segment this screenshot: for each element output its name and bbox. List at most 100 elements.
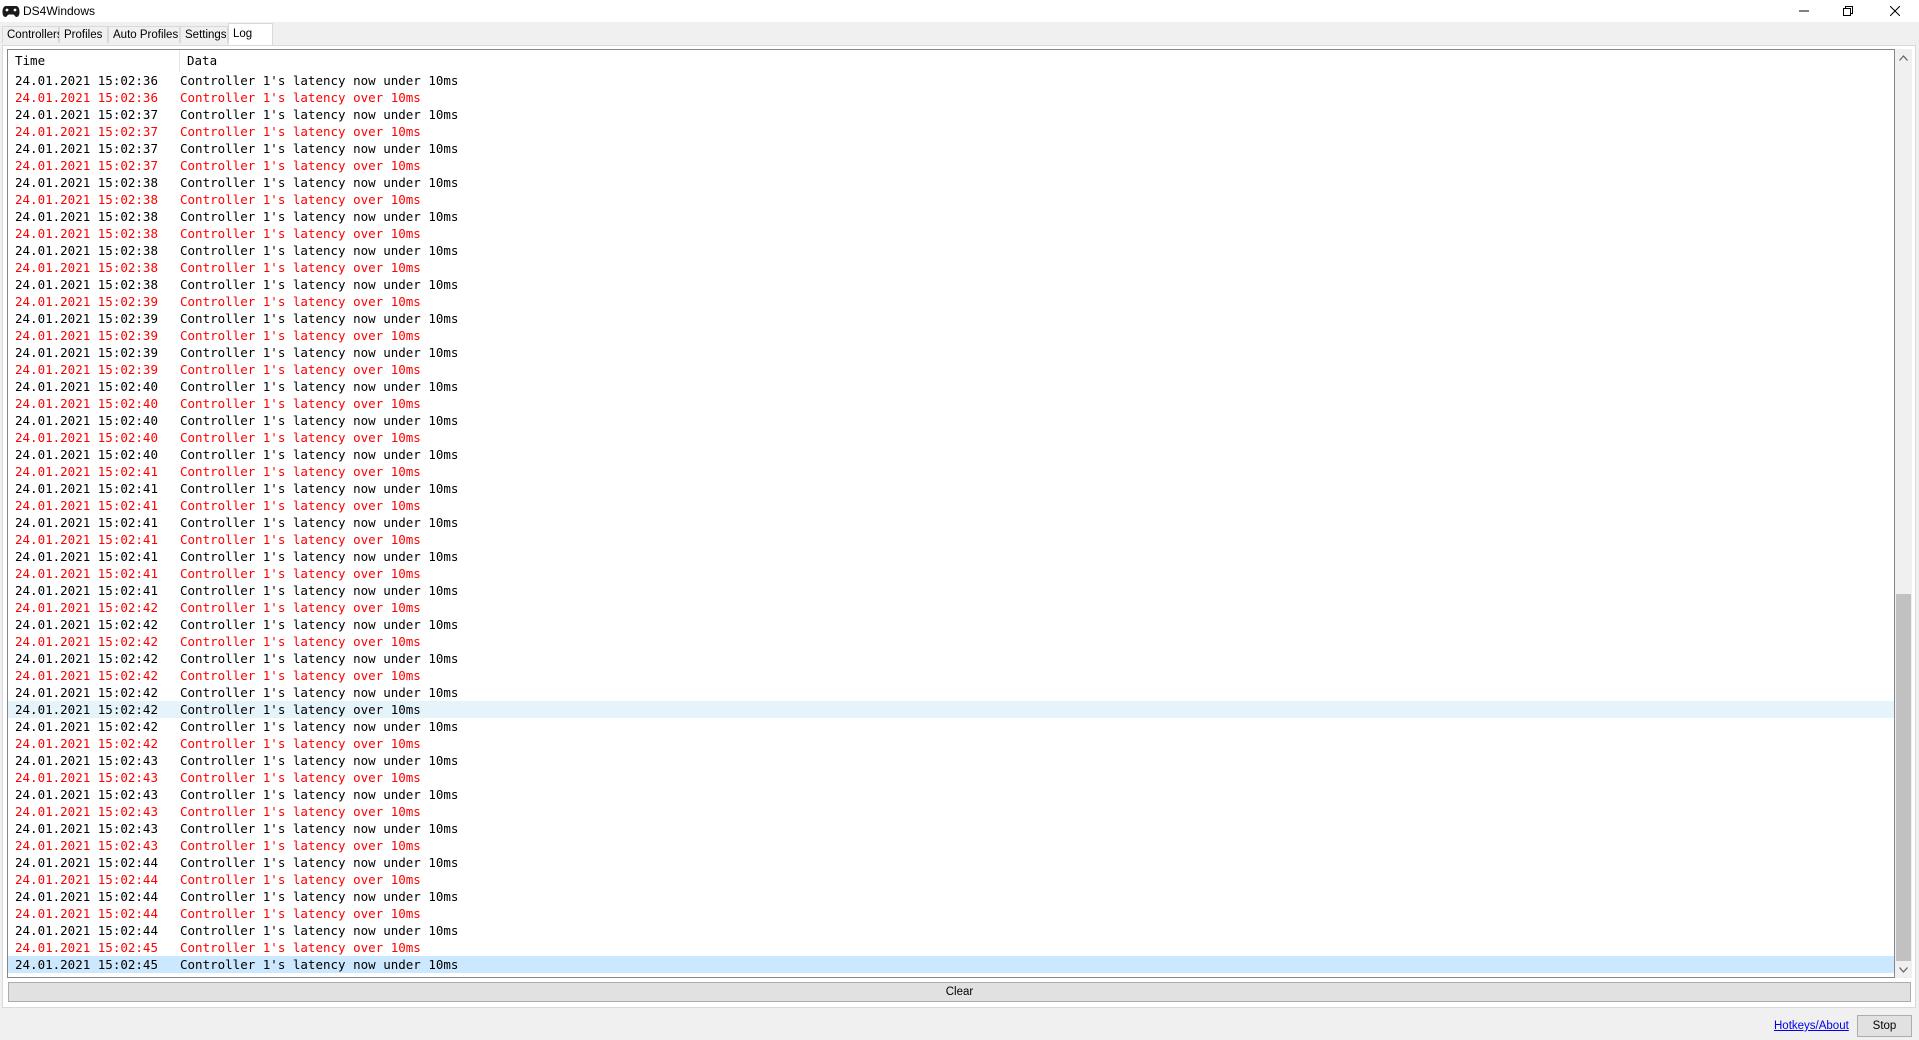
log-entry-row[interactable]: 24.01.2021 15:02:40 Controller 1's latenc… bbox=[8, 446, 1894, 463]
log-entry-row[interactable]: 24.01.2021 15:02:37 Controller 1's latenc… bbox=[8, 123, 1894, 140]
tab-controllers[interactable]: Controllers bbox=[2, 26, 63, 43]
tab-profiles[interactable]: Profiles bbox=[59, 26, 108, 43]
log-entry-row[interactable]: 24.01.2021 15:02:45 Controller 1's latenc… bbox=[8, 939, 1894, 956]
scrollbar-thumb[interactable] bbox=[1896, 594, 1911, 961]
minimize-button[interactable] bbox=[1782, 0, 1826, 22]
log-entry-row[interactable]: 24.01.2021 15:02:44 Controller 1's latenc… bbox=[8, 871, 1894, 888]
log-entry-row[interactable]: 24.01.2021 15:02:42 Controller 1's latenc… bbox=[8, 599, 1894, 616]
log-entry-row[interactable]: 24.01.2021 15:02:42 Controller 1's latenc… bbox=[8, 616, 1894, 633]
log-entry-row[interactable]: 24.01.2021 15:02:41 Controller 1's latenc… bbox=[8, 548, 1894, 565]
log-entry-time: 24.01.2021 15:02:37 bbox=[15, 158, 158, 173]
log-entry-row[interactable]: 24.01.2021 15:02:42 Controller 1's latenc… bbox=[8, 650, 1894, 667]
log-entry-row[interactable]: 24.01.2021 15:02:39 Controller 1's latenc… bbox=[8, 361, 1894, 378]
log-entry-time: 24.01.2021 15:02:43 bbox=[15, 838, 158, 853]
log-entry-row[interactable]: 24.01.2021 15:02:43 Controller 1's latenc… bbox=[8, 752, 1894, 769]
log-entry-row[interactable]: 24.01.2021 15:02:36 Controller 1's latenc… bbox=[8, 89, 1894, 106]
log-entry-row[interactable]: 24.01.2021 15:02:44 Controller 1's latenc… bbox=[8, 888, 1894, 905]
log-entry-row[interactable]: 24.01.2021 15:02:41 Controller 1's latenc… bbox=[8, 480, 1894, 497]
column-header-time[interactable]: Time bbox=[8, 50, 180, 72]
chevron-down-icon bbox=[1899, 966, 1908, 973]
log-entry-data: Controller 1's latency now under 10ms bbox=[180, 617, 459, 632]
log-scrollbar[interactable] bbox=[1895, 49, 1912, 978]
restore-icon bbox=[1843, 6, 1853, 16]
log-entry-data: Controller 1's latency now under 10ms bbox=[180, 855, 459, 870]
log-entry-data: Controller 1's latency now under 10ms bbox=[180, 311, 459, 326]
log-entry-row[interactable]: 24.01.2021 15:02:38 Controller 1's latenc… bbox=[8, 225, 1894, 242]
log-entry-row[interactable]: 24.01.2021 15:02:40 Controller 1's latenc… bbox=[8, 378, 1894, 395]
log-entry-data: Controller 1's latency over 10ms bbox=[180, 532, 421, 547]
log-entry-row[interactable]: 24.01.2021 15:02:39 Controller 1's latenc… bbox=[8, 344, 1894, 361]
log-entry-time: 24.01.2021 15:02:45 bbox=[15, 957, 158, 972]
log-entry-row[interactable]: 24.01.2021 15:02:38 Controller 1's latenc… bbox=[8, 242, 1894, 259]
log-entry-row[interactable]: 24.01.2021 15:02:41 Controller 1's latenc… bbox=[8, 531, 1894, 548]
log-entry-row[interactable]: 24.01.2021 15:02:41 Controller 1's latenc… bbox=[8, 565, 1894, 582]
log-entry-row[interactable]: 24.01.2021 15:02:39 Controller 1's latenc… bbox=[8, 327, 1894, 344]
log-entry-time: 24.01.2021 15:02:42 bbox=[15, 634, 158, 649]
scroll-down-button[interactable] bbox=[1895, 961, 1912, 978]
log-entry-row[interactable]: 24.01.2021 15:02:43 Controller 1's latenc… bbox=[8, 837, 1894, 854]
log-entry-row[interactable]: 24.01.2021 15:02:43 Controller 1's latenc… bbox=[8, 820, 1894, 837]
minimize-icon bbox=[1799, 10, 1809, 12]
log-entry-row[interactable]: 24.01.2021 15:02:44 Controller 1's latenc… bbox=[8, 854, 1894, 871]
log-entry-row[interactable]: 24.01.2021 15:02:43 Controller 1's latenc… bbox=[8, 803, 1894, 820]
log-entry-data: Controller 1's latency over 10ms bbox=[180, 940, 421, 955]
tab-log[interactable]: Log bbox=[228, 23, 273, 45]
restore-button[interactable] bbox=[1826, 0, 1870, 22]
log-entry-row[interactable]: 24.01.2021 15:02:40 Controller 1's latenc… bbox=[8, 395, 1894, 412]
log-entry-row[interactable]: 24.01.2021 15:02:41 Controller 1's latenc… bbox=[8, 497, 1894, 514]
column-header-data[interactable]: Data bbox=[180, 50, 1878, 72]
stop-button[interactable]: Stop bbox=[1857, 1015, 1912, 1037]
log-entry-row[interactable]: 24.01.2021 15:02:39 Controller 1's latenc… bbox=[8, 293, 1894, 310]
chevron-up-icon bbox=[1899, 54, 1908, 61]
ds4windows-window: DS4Windows Controllers Profiles Auto Pro… bbox=[0, 0, 1919, 1040]
log-entry-row[interactable]: 24.01.2021 15:02:41 Controller 1's latenc… bbox=[8, 514, 1894, 531]
log-entry-row[interactable]: 24.01.2021 15:02:37 Controller 1's latenc… bbox=[8, 140, 1894, 157]
log-entry-time: 24.01.2021 15:02:42 bbox=[15, 736, 158, 751]
log-entry-time: 24.01.2021 15:02:42 bbox=[15, 600, 158, 615]
scroll-up-button[interactable] bbox=[1895, 49, 1912, 66]
log-entry-row[interactable]: 24.01.2021 15:02:42 Controller 1's latenc… bbox=[8, 735, 1894, 752]
log-entry-row[interactable]: 24.01.2021 15:02:40 Controller 1's latenc… bbox=[8, 412, 1894, 429]
log-entry-data: Controller 1's latency now under 10ms bbox=[180, 515, 459, 530]
log-entry-row[interactable]: 24.01.2021 15:02:45 Controller 1's latenc… bbox=[8, 956, 1894, 973]
log-entry-row[interactable]: 24.01.2021 15:02:42 Controller 1's latenc… bbox=[8, 633, 1894, 650]
log-entry-data: Controller 1's latency over 10ms bbox=[180, 90, 421, 105]
tab-auto-profiles[interactable]: Auto Profiles bbox=[108, 26, 180, 43]
log-entry-time: 24.01.2021 15:02:42 bbox=[15, 685, 158, 700]
log-entry-row[interactable]: 24.01.2021 15:02:43 Controller 1's latenc… bbox=[8, 769, 1894, 786]
log-list[interactable]: Time Data 24.01.2021 15:02:36 Controller … bbox=[7, 49, 1895, 978]
log-entry-row[interactable]: 24.01.2021 15:02:37 Controller 1's latenc… bbox=[8, 106, 1894, 123]
log-entry-data: Controller 1's latency over 10ms bbox=[180, 158, 421, 173]
log-entry-data: Controller 1's latency now under 10ms bbox=[180, 277, 459, 292]
log-entry-time: 24.01.2021 15:02:39 bbox=[15, 362, 158, 377]
log-entry-row[interactable]: 24.01.2021 15:02:44 Controller 1's latenc… bbox=[8, 905, 1894, 922]
log-entry-data: Controller 1's latency over 10ms bbox=[180, 634, 421, 649]
hotkeys-about-link[interactable]: Hotkeys/About bbox=[1774, 1020, 1849, 1032]
clear-button[interactable]: Clear bbox=[8, 982, 1911, 1002]
close-button[interactable] bbox=[1873, 0, 1917, 22]
log-entry-row[interactable]: 24.01.2021 15:02:43 Controller 1's latenc… bbox=[8, 786, 1894, 803]
log-entry-row[interactable]: 24.01.2021 15:02:38 Controller 1's latenc… bbox=[8, 191, 1894, 208]
log-entry-time: 24.01.2021 15:02:41 bbox=[15, 515, 158, 530]
log-entry-row[interactable]: 24.01.2021 15:02:38 Controller 1's latenc… bbox=[8, 259, 1894, 276]
log-entry-time: 24.01.2021 15:02:38 bbox=[15, 192, 158, 207]
log-entry-row[interactable]: 24.01.2021 15:02:41 Controller 1's latenc… bbox=[8, 582, 1894, 599]
log-entry-data: Controller 1's latency over 10ms bbox=[180, 192, 421, 207]
log-entry-row[interactable]: 24.01.2021 15:02:39 Controller 1's latenc… bbox=[8, 310, 1894, 327]
log-entry-row[interactable]: 24.01.2021 15:02:38 Controller 1's latenc… bbox=[8, 208, 1894, 225]
log-entry-row[interactable]: 24.01.2021 15:02:38 Controller 1's latenc… bbox=[8, 174, 1894, 191]
log-entry-row[interactable]: 24.01.2021 15:02:36 Controller 1's latenc… bbox=[8, 72, 1894, 89]
log-entry-time: 24.01.2021 15:02:44 bbox=[15, 906, 158, 921]
log-entry-time: 24.01.2021 15:02:43 bbox=[15, 753, 158, 768]
log-entry-row[interactable]: 24.01.2021 15:02:42 Controller 1's latenc… bbox=[8, 684, 1894, 701]
log-entry-data: Controller 1's latency over 10ms bbox=[180, 566, 421, 581]
log-entry-row[interactable]: 24.01.2021 15:02:37 Controller 1's latenc… bbox=[8, 157, 1894, 174]
tab-settings[interactable]: Settings bbox=[180, 26, 228, 43]
log-entry-row[interactable]: 24.01.2021 15:02:41 Controller 1's latenc… bbox=[8, 463, 1894, 480]
log-entry-row[interactable]: 24.01.2021 15:02:42 Controller 1's latenc… bbox=[8, 718, 1894, 735]
log-entry-row[interactable]: 24.01.2021 15:02:40 Controller 1's latenc… bbox=[8, 429, 1894, 446]
log-entry-row[interactable]: 24.01.2021 15:02:38 Controller 1's latenc… bbox=[8, 276, 1894, 293]
log-entry-row[interactable]: 24.01.2021 15:02:42 Controller 1's latenc… bbox=[8, 667, 1894, 684]
log-entry-row[interactable]: 24.01.2021 15:02:42 Controller 1's latenc… bbox=[8, 701, 1894, 718]
log-entry-row[interactable]: 24.01.2021 15:02:44 Controller 1's latenc… bbox=[8, 922, 1894, 939]
